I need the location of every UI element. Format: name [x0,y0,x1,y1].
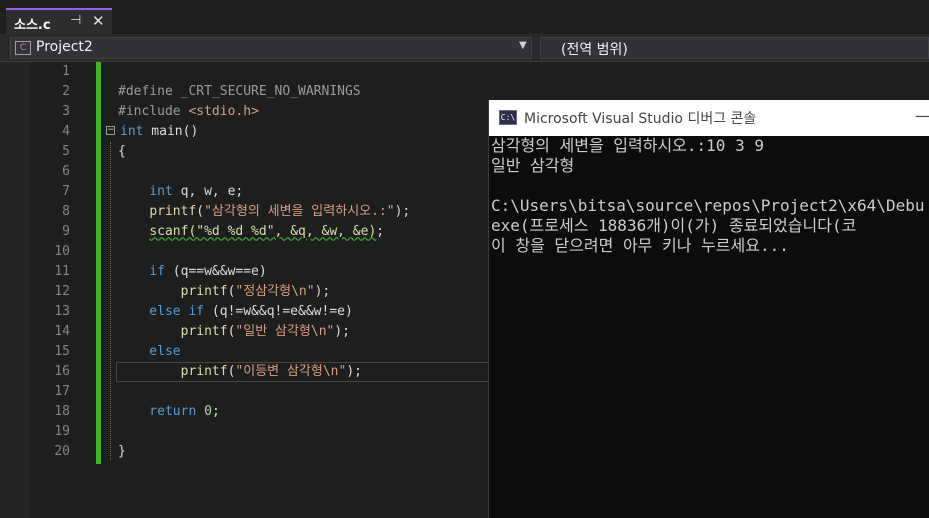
line-number: 2 [62,84,70,99]
console-output-line: 이 창을 닫으려면 아무 키나 누르세요... [491,236,789,255]
line-number: 8 [62,204,70,219]
code-line: #include <stdio.h> [118,104,259,119]
line-number: 3 [62,104,70,119]
code-line: int main() [120,124,199,139]
line-number: 13 [54,304,70,319]
tab-title: 소스.c [14,18,51,33]
line-number: 4 [62,124,70,139]
line-number: 14 [54,324,70,339]
line-number: 18 [54,404,70,419]
console-title-bar[interactable]: C:\ Microsoft Visual Studio 디버그 콘솔 — [489,100,929,136]
line-number: 11 [54,264,70,279]
line-number: 16 [54,364,70,379]
code-line: else if (q!=w&&q!=e&&w!=e) [118,304,353,319]
code-line: return 0; [118,404,220,419]
line-number: 10 [54,244,70,259]
code-line: printf("이등변 삼각형\n"); [180,364,362,379]
fold-toggle-icon[interactable]: − [106,126,115,135]
line-number: 6 [62,164,70,179]
console-output-line: 삼각형의 세변을 입력하시오.:10 3 9 [491,136,764,155]
chevron-down-icon[interactable]: ▼ [519,40,527,51]
project-name: Project2 [36,39,93,55]
console-output-line: C:\Users\bitsa\source\repos\Project2\x64… [491,196,925,215]
code-line: else [118,344,181,359]
line-number: 12 [54,284,70,299]
code-line: } [118,444,126,459]
editor-left-margin [0,62,30,518]
project-icon: C [15,41,31,55]
close-icon[interactable]: ✕ [92,12,105,30]
code-line: int q, w, e; [118,184,244,199]
line-number: 1 [62,64,70,79]
scope-dropdown[interactable]: (전역 범위) [540,37,929,59]
line-number: 17 [54,384,70,399]
code-line: { [118,144,126,159]
debug-console-window[interactable]: C:\ Microsoft Visual Studio 디버그 콘솔 — 삼각형… [488,100,929,518]
line-number: 9 [62,224,70,239]
code-line: printf("삼각형의 세변을 입력하시오.:"); [149,204,411,219]
code-line: printf("일반 삼각형\n"); [180,324,351,339]
code-line: printf("정삼각형\n"); [180,284,331,299]
scope-guide-line [110,142,112,460]
scope-label: (전역 범위) [561,42,628,58]
tab-bar: 소스.c ⊣ ✕ [0,0,929,34]
code-line: #define _CRT_SECURE_NO_WARNINGS [118,84,361,99]
code-line: scanf("%d %d %d", &q, &w, &e); [149,224,385,239]
console-title: Microsoft Visual Studio 디버그 콘솔 [524,111,757,127]
console-output-line: exe(프로세스 18836개)이(가) 종료되었습니다(코 [491,216,857,235]
console-app-icon: C:\ [499,110,517,125]
change-indicator-bar [96,62,101,464]
code-line: if (q==w&&w==e) [118,264,267,279]
line-number: 20 [54,444,70,459]
console-output-line: 일반 삼각형 [491,156,575,175]
line-number: 7 [62,184,70,199]
line-number: 15 [54,344,70,359]
project-dropdown[interactable]: C Project2 ▼ [10,37,532,59]
tab-source-file[interactable]: 소스.c ⊣ ✕ [6,8,112,34]
navigation-bar: C Project2 ▼ (전역 범위) [0,34,929,62]
minimize-button[interactable]: — [915,106,929,125]
pin-icon[interactable]: ⊣ [70,13,81,28]
line-number: 5 [62,144,70,159]
line-number: 19 [54,424,70,439]
